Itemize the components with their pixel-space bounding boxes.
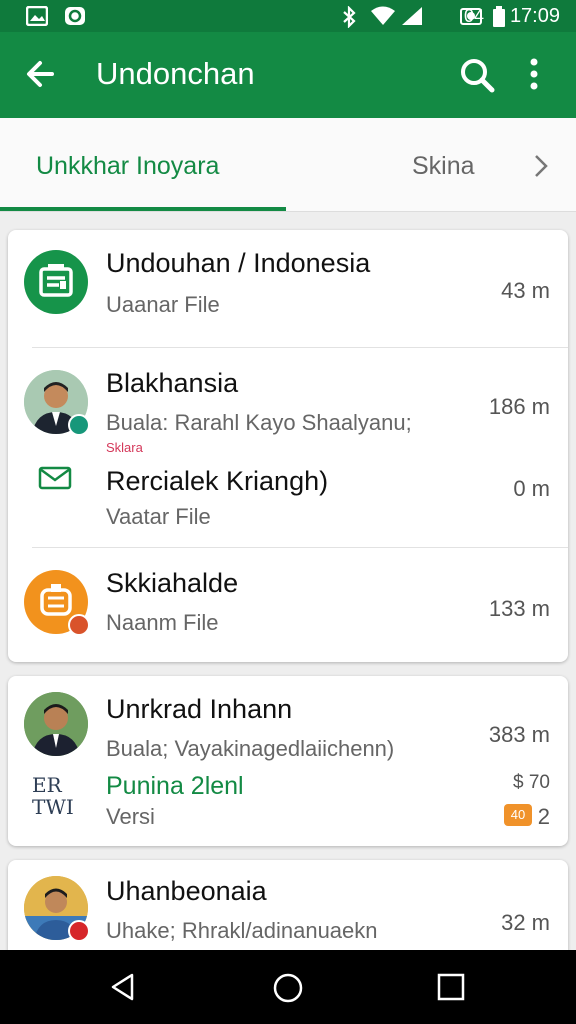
item-meta: 383 m	[488, 722, 550, 747]
back-arrow-icon[interactable]	[22, 56, 58, 97]
item-subtitle: Versi	[106, 804, 155, 829]
list-item[interactable]: Undouhan / Indonesia Uaanar File 43 m	[8, 230, 568, 348]
item-subtitle: Uaanar File	[106, 292, 220, 317]
item-subtitle: Uhake; Rhrakl/adinanuaekn	[106, 918, 378, 943]
app-bar: Undonchan	[0, 32, 576, 118]
search-icon[interactable]	[458, 56, 496, 99]
item-meta: 0 m	[513, 476, 550, 501]
system-nav-bar	[0, 950, 576, 1024]
item-price: $ 70	[513, 772, 550, 793]
document-app-icon	[24, 250, 88, 314]
mail-icon	[38, 466, 72, 495]
tab-primary[interactable]: Unkkhar Inoyara	[36, 152, 219, 181]
page-title: Undonchan	[96, 56, 255, 91]
item-count: 2	[537, 804, 550, 829]
brand-logo: ER TWI	[32, 774, 80, 818]
logo-line-1: ER	[32, 773, 62, 797]
tab-bar: Unkkhar Inoyara Skina	[0, 118, 576, 212]
bluetooth-icon	[340, 5, 358, 33]
item-title: Unrkrad Inhann	[106, 694, 293, 724]
list-item[interactable]: Skkiahalde Naanm File 133 m	[8, 548, 568, 662]
item-meta: 133 m	[488, 596, 550, 621]
signal-icon	[400, 6, 424, 31]
item-title: Skkiahalde	[106, 568, 239, 598]
item-title: Rercialek Kriangh)	[106, 466, 329, 496]
item-meta: 43 m	[501, 278, 550, 303]
gallery-icon	[25, 5, 49, 31]
item-subtitle: Buala; Vayakinagedlaiichenn)	[106, 736, 395, 761]
item-title: Blakhansia	[106, 368, 239, 398]
list-item[interactable]: Blakhansia Buala: Rarahl Kayo Shaalyanu;…	[8, 348, 568, 548]
verified-badge	[68, 414, 90, 436]
status-badge	[68, 614, 90, 636]
item-subtitle: Naanm File	[106, 610, 219, 635]
avatar	[24, 692, 88, 756]
item-title: Undouhan / Indonesia	[106, 248, 371, 278]
more-options-icon[interactable]	[528, 56, 540, 97]
item-title: Uhanbeonaia	[106, 876, 267, 906]
alarm-icon	[460, 6, 482, 31]
wifi-icon	[370, 6, 396, 31]
status-bar: 04 17:09	[0, 0, 576, 32]
nav-recents-icon[interactable]	[436, 972, 466, 1007]
nav-back-icon[interactable]	[108, 972, 138, 1007]
item-meta: 32 m	[501, 910, 550, 935]
tab-indicator	[0, 207, 286, 211]
chevron-right-icon[interactable]	[532, 152, 550, 185]
list-item[interactable]: Unrkrad Inhann Buala; Vayakinagedlaiiche…	[8, 676, 568, 846]
battery-icon	[492, 6, 506, 33]
item-title: Punina 2lenl	[106, 772, 244, 800]
file-card: Unrkrad Inhann Buala; Vayakinagedlaiiche…	[8, 676, 568, 846]
logo-line-2: TWI	[32, 795, 74, 819]
count-badge: 40	[504, 804, 532, 826]
item-meta: 186 m	[488, 394, 550, 419]
item-tag: Sklara	[106, 440, 143, 455]
nav-home-icon[interactable]	[272, 972, 304, 1009]
file-card: Undouhan / Indonesia Uaanar File 43 m Bl…	[8, 230, 568, 662]
app-notification-icon	[64, 6, 86, 31]
item-subtitle: Vaatar File	[106, 504, 211, 529]
clock: 17:09	[509, 5, 560, 27]
item-subtitle: Buala: Rarahl Kayo Shaalyanu;	[106, 410, 412, 435]
tab-secondary[interactable]: Skina	[412, 152, 475, 181]
status-badge	[68, 920, 90, 942]
